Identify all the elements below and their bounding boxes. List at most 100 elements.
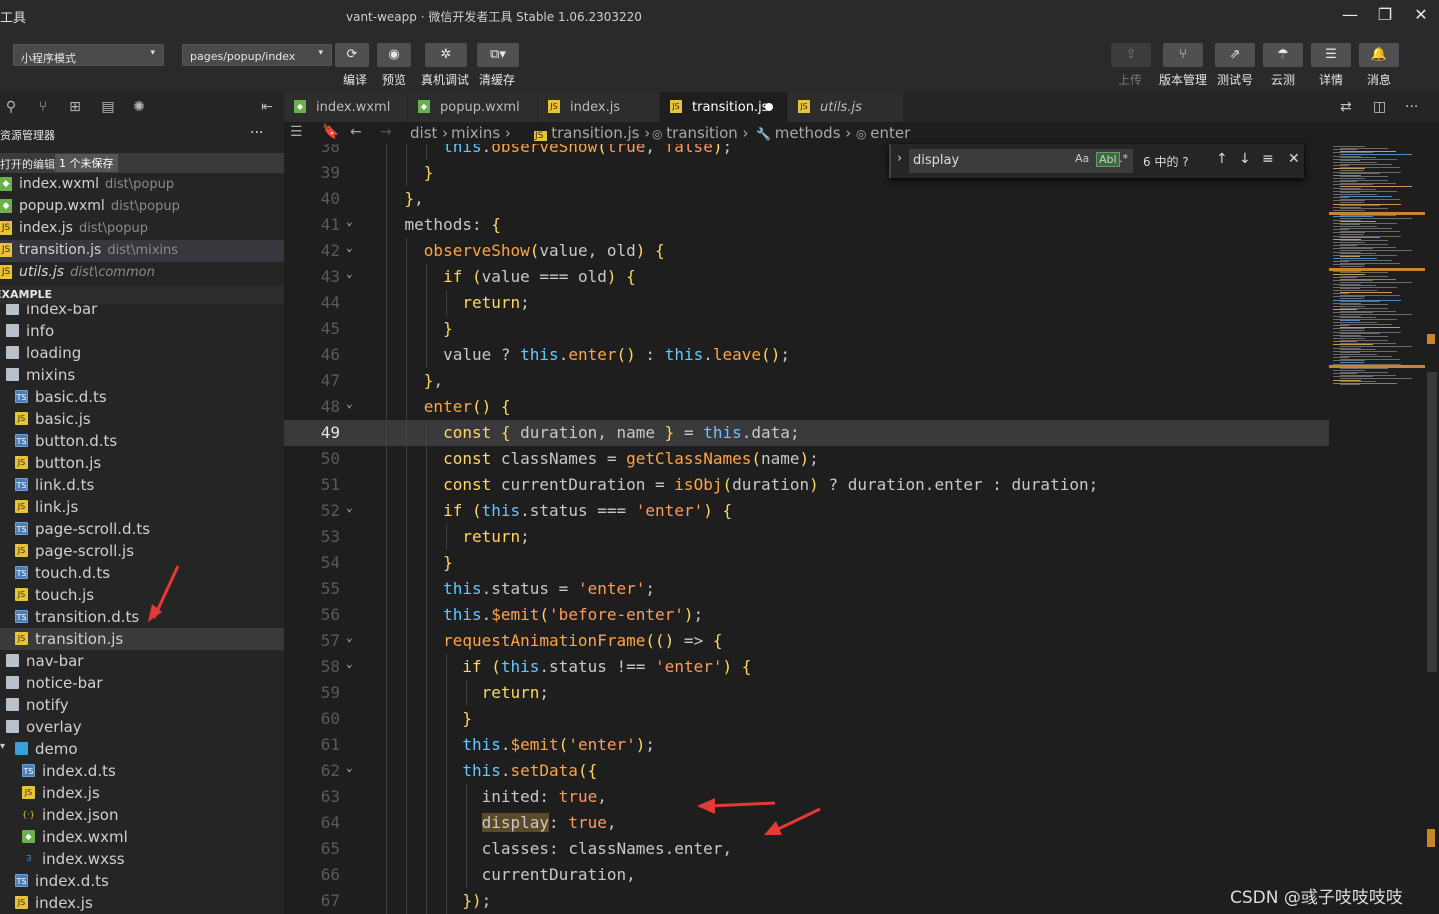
more-actions-icon[interactable]: ··· [250, 125, 263, 141]
split-editor-icon[interactable]: ◫ [1373, 99, 1386, 115]
search-icon[interactable]: ⚲ [2, 98, 20, 116]
editor-tab[interactable]: ◆ popup.wxml [408, 92, 538, 122]
toolbar-button[interactable]: 🔔 [1359, 43, 1399, 67]
tree-item[interactable]: JS button.js [0, 452, 284, 474]
tree-item[interactable]: loading [0, 342, 284, 364]
previous-match-icon[interactable]: ↑ [1216, 151, 1228, 167]
match-case-toggle[interactable]: Aa [1075, 152, 1089, 165]
code-editor[interactable]: 38 this.observeShow(true, false); 39 } 40 … [284, 144, 1329, 914]
tree-item[interactable]: nav-bar [0, 650, 284, 672]
open-editor-item[interactable]: JS utils.js dist\common [0, 262, 284, 284]
editor-tab[interactable]: JS transition.js [660, 92, 788, 122]
fold-chevron-icon[interactable]: ⌄ [346, 631, 353, 644]
toolbar-button[interactable]: ⑂ [1163, 43, 1203, 67]
tree-item[interactable]: JS link.js [0, 496, 284, 518]
fold-chevron-icon[interactable]: ⌄ [346, 241, 353, 254]
tree-item[interactable]: index-bar [0, 304, 284, 320]
tree-item[interactable]: notify [0, 694, 284, 716]
list-icon[interactable]: ☰ [290, 124, 303, 140]
tree-item[interactable]: TS page-scroll.d.ts [0, 518, 284, 540]
tree-item[interactable]: JS page-scroll.js [0, 540, 284, 562]
editor-tab[interactable]: JS utils.js [788, 92, 904, 122]
forward-icon[interactable]: → [380, 124, 392, 140]
open-editor-item[interactable]: JS index.js dist\popup [0, 218, 284, 240]
tree-item[interactable]: mixins [0, 364, 284, 386]
vertical-scrollbar[interactable] [1425, 144, 1439, 914]
breadcrumb-item[interactable]: ◎ transition › [652, 124, 749, 142]
tree-item[interactable]: JS basic.js [0, 408, 284, 430]
tree-item[interactable]: TS button.d.ts [0, 430, 284, 452]
wxml-file-icon: ◆ [0, 199, 12, 213]
fold-chevron-icon[interactable]: ⌄ [346, 761, 353, 774]
tree-item[interactable]: JS index.js [0, 892, 284, 914]
fold-chevron-icon[interactable]: ⌄ [346, 267, 353, 280]
minimap[interactable] [1329, 144, 1425, 914]
regex-toggle[interactable]: .* [1119, 152, 1128, 165]
tree-item[interactable]: ▾ demo [0, 738, 284, 760]
breadcrumb-item[interactable]: mixins › [451, 124, 511, 142]
editor-tab[interactable]: JS index.js [538, 92, 660, 122]
line-number: 38 [320, 144, 340, 156]
toolbar-button[interactable]: ◉ [377, 43, 411, 67]
tree-item[interactable]: ◆ index.wxml [0, 826, 284, 848]
page-select[interactable]: pages/popup/index ▾ [182, 44, 332, 66]
close-window-button[interactable]: ✕ [1410, 4, 1432, 26]
back-icon[interactable]: ← [350, 124, 362, 140]
line-number: 58 [320, 657, 340, 676]
next-match-icon[interactable]: ↓ [1239, 151, 1251, 167]
fold-chevron-icon[interactable]: ⌄ [346, 501, 353, 514]
tree-item[interactable]: JS index.js [0, 782, 284, 804]
fold-chevron-icon[interactable]: ⌄ [346, 657, 353, 670]
extensions-icon[interactable]: ⊞ [66, 98, 84, 116]
tree-item[interactable]: info [0, 320, 284, 342]
maximize-button[interactable]: ❐ [1374, 4, 1396, 26]
debug-icon[interactable]: ✺ [130, 98, 148, 116]
source-control-icon[interactable]: ⑂ [34, 98, 52, 116]
project-header[interactable]: EXAMPLE [0, 286, 284, 304]
breadcrumb-item[interactable]: ◎ enter [856, 124, 910, 142]
breadcrumb-item[interactable]: dist › [410, 124, 448, 142]
fold-chevron-icon[interactable]: ⌄ [346, 397, 353, 410]
close-find-icon[interactable]: ✕ [1288, 151, 1300, 167]
more-icon[interactable]: ··· [1405, 99, 1418, 115]
tree-item[interactable]: notice-bar [0, 672, 284, 694]
open-editor-item[interactable]: ◆ popup.wxml dist\popup [0, 196, 284, 218]
compare-icon[interactable]: ⇄ [1340, 99, 1352, 115]
tree-item[interactable]: TS index.d.ts [0, 870, 284, 892]
toolbar-button-label: 预览 [382, 73, 407, 87]
storage-icon[interactable]: ▤ [99, 98, 117, 116]
tree-item[interactable]: JS transition.js [0, 628, 284, 650]
toolbar-button[interactable]: ☂ [1263, 43, 1303, 67]
tree-item[interactable]: {·} index.json [0, 804, 284, 826]
fold-chevron-icon[interactable]: ⌄ [346, 215, 353, 228]
scroll-thumb[interactable] [1427, 372, 1437, 672]
breadcrumb-item[interactable]: JS transition.js › [534, 124, 650, 142]
code-line: 40 }, [284, 186, 1329, 212]
bookmark-icon[interactable]: 🔖 [322, 124, 339, 140]
breadcrumb-item[interactable]: 🔧 methods › [756, 124, 851, 142]
minimize-button[interactable]: — [1339, 4, 1361, 26]
toolbar-button[interactable]: ⇪ [1111, 43, 1151, 67]
tree-item[interactable]: overlay [0, 716, 284, 738]
editor-tab[interactable]: ◆ index.wxml [284, 92, 408, 122]
toolbar-button[interactable]: ☰ [1311, 43, 1351, 67]
toolbar-button[interactable]: ⧉▾ [477, 43, 519, 67]
open-editors-header[interactable]: 打开的编辑器 1 个未保存 [0, 153, 284, 173]
toolbar-button-label: 云测 [1271, 73, 1296, 87]
find-widget: › display Aa Abl .* 6 中的 ? ↑ ↓ ≡ ✕ [889, 144, 1304, 178]
expand-replace-icon[interactable]: › [897, 151, 902, 166]
open-editor-item[interactable]: JS transition.js dist\mixins [0, 240, 284, 262]
tree-item[interactable]: ∃ index.wxss [0, 848, 284, 870]
mode-select[interactable]: 小程序模式 ▾ [13, 44, 164, 66]
collapse-panel-icon[interactable]: ⇤ [258, 98, 276, 116]
open-editor-item[interactable]: ◆ index.wxml dist\popup [0, 174, 284, 196]
tree-item[interactable]: TS index.d.ts [0, 760, 284, 782]
toolbar-button[interactable]: ⇗ [1215, 43, 1255, 67]
annotation-arrow [764, 807, 821, 835]
toolbar-button[interactable]: ⟳ [335, 43, 369, 67]
tree-item[interactable]: TS link.d.ts [0, 474, 284, 496]
toolbar-button[interactable]: ✲ [425, 43, 467, 67]
whole-word-toggle[interactable]: Abl [1096, 152, 1120, 167]
tree-item[interactable]: TS basic.d.ts [0, 386, 284, 408]
find-in-selection-icon[interactable]: ≡ [1262, 151, 1274, 167]
